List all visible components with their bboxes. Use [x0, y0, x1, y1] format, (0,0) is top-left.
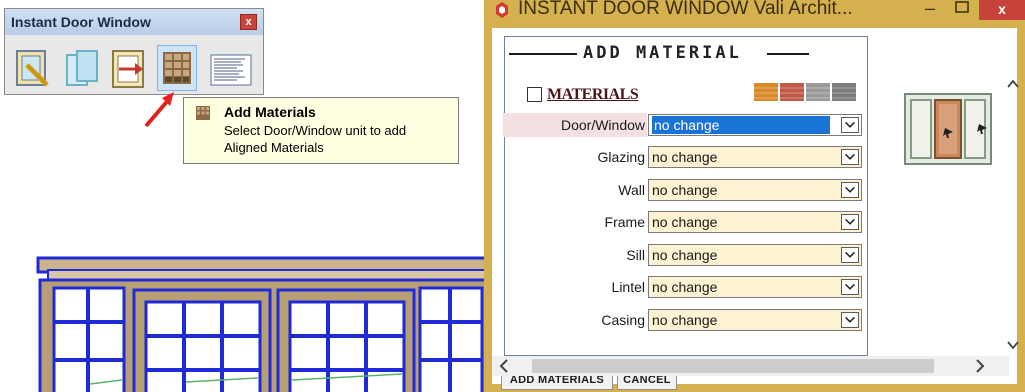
scroll-left-icon[interactable]: [496, 356, 512, 376]
chevron-down-icon[interactable]: [841, 214, 859, 230]
field-label: Wall: [618, 181, 645, 198]
header-rule: [767, 53, 809, 55]
materials-checkbox[interactable]: [527, 87, 542, 102]
sketchup-logo-icon: [496, 2, 508, 18]
select-value: no change: [652, 149, 718, 165]
field-label: Door/Window: [503, 112, 647, 137]
materials-grid-icon: [196, 106, 210, 120]
instant-door-window-toolbar: Instant Door Window x: [4, 8, 264, 95]
door-frames-icon: [66, 50, 98, 86]
sketchup-canvas[interactable]: Instant Door Window x Add Materials Sele…: [0, 0, 1025, 392]
instant-door-window-dialog: INSTANT DOOR WINDOW Vali Archit... – x A…: [484, 0, 1025, 392]
select-value: no change: [652, 115, 830, 134]
section-header-text: ADD MATERIAL: [583, 43, 742, 63]
material-select[interactable]: no change: [648, 276, 862, 298]
scroll-up-icon[interactable]: [1005, 75, 1021, 93]
header-rule: [509, 53, 577, 55]
tooltip-line: Select Door/Window unit to add: [224, 123, 407, 138]
material-swatches[interactable]: [754, 83, 858, 101]
tooltip-body: Select Door/Window unit to add Aligned M…: [224, 122, 406, 156]
select-value: no change: [652, 311, 718, 328]
material-select[interactable]: no change: [648, 243, 862, 266]
material-select[interactable]: no change: [648, 146, 862, 168]
scroll-down-icon[interactable]: [1005, 336, 1021, 354]
select-value: no change: [652, 181, 718, 198]
materials-label[interactable]: MATERIALS: [547, 86, 639, 104]
dialog-client-area: ADD MATERIAL MATERIALS Door/Window no cha…: [492, 28, 1019, 390]
toolbar-button-create-door[interactable]: [13, 45, 53, 91]
pointer-arrow-icon: [144, 92, 174, 128]
select-value: no change: [652, 214, 718, 230]
toolbar-button-frames[interactable]: [63, 45, 103, 91]
field-label: Casing: [601, 311, 645, 328]
tooltip-title: Add Materials: [224, 104, 316, 120]
toolbar-close-button[interactable]: x: [240, 14, 257, 30]
material-select[interactable]: no change: [648, 178, 862, 201]
scroll-right-icon[interactable]: [972, 356, 988, 376]
material-select[interactable]: no change: [648, 308, 862, 331]
toolbar-button-replace[interactable]: [109, 45, 149, 91]
chevron-down-icon[interactable]: [841, 149, 859, 165]
chevron-down-icon[interactable]: [841, 279, 859, 295]
chevron-down-icon[interactable]: [841, 311, 859, 328]
toolbar-title: Instant Door Window: [5, 9, 263, 35]
field-label: Frame: [604, 214, 645, 230]
field-label: Glazing: [597, 149, 645, 165]
material-select[interactable]: no change: [648, 113, 862, 136]
toolbar-button-add-materials[interactable]: [157, 45, 197, 91]
tooltip-line: Aligned Materials: [224, 140, 324, 155]
field-label: Sill: [626, 246, 645, 263]
add-materials-tooltip: Add Materials Select Door/Window unit to…: [183, 97, 459, 164]
dialog-title: INSTANT DOOR WINDOW Vali Archit...: [518, 0, 853, 19]
field-label: Lintel: [611, 279, 645, 295]
pencil-door-icon: [16, 50, 49, 87]
add-material-panel: ADD MATERIAL MATERIALS Door/Window no cha…: [501, 36, 869, 390]
close-button[interactable]: x: [979, 0, 1025, 20]
materials-grid-icon: [163, 52, 191, 84]
dialog-titlebar[interactable]: INSTANT DOOR WINDOW Vali Archit... – x: [484, 0, 1025, 28]
scrollbar-thumb[interactable]: [532, 359, 934, 373]
list-menu-icon: [210, 54, 252, 86]
door-arrow-icon: [112, 50, 144, 88]
chevron-down-icon[interactable]: [841, 116, 859, 133]
material-select[interactable]: no change: [648, 211, 862, 233]
toolbar-button-list[interactable]: [207, 45, 252, 91]
maximize-button[interactable]: [952, 0, 972, 20]
chevron-down-icon[interactable]: [841, 246, 859, 263]
horizontal-scrollbar[interactable]: [492, 356, 1009, 376]
section-header: ADD MATERIAL: [505, 43, 869, 63]
minimize-button[interactable]: –: [920, 0, 940, 18]
select-value: no change: [652, 279, 718, 295]
chevron-down-icon[interactable]: [841, 181, 859, 198]
select-value: no change: [652, 246, 718, 263]
window-preview-icon: [904, 93, 992, 165]
